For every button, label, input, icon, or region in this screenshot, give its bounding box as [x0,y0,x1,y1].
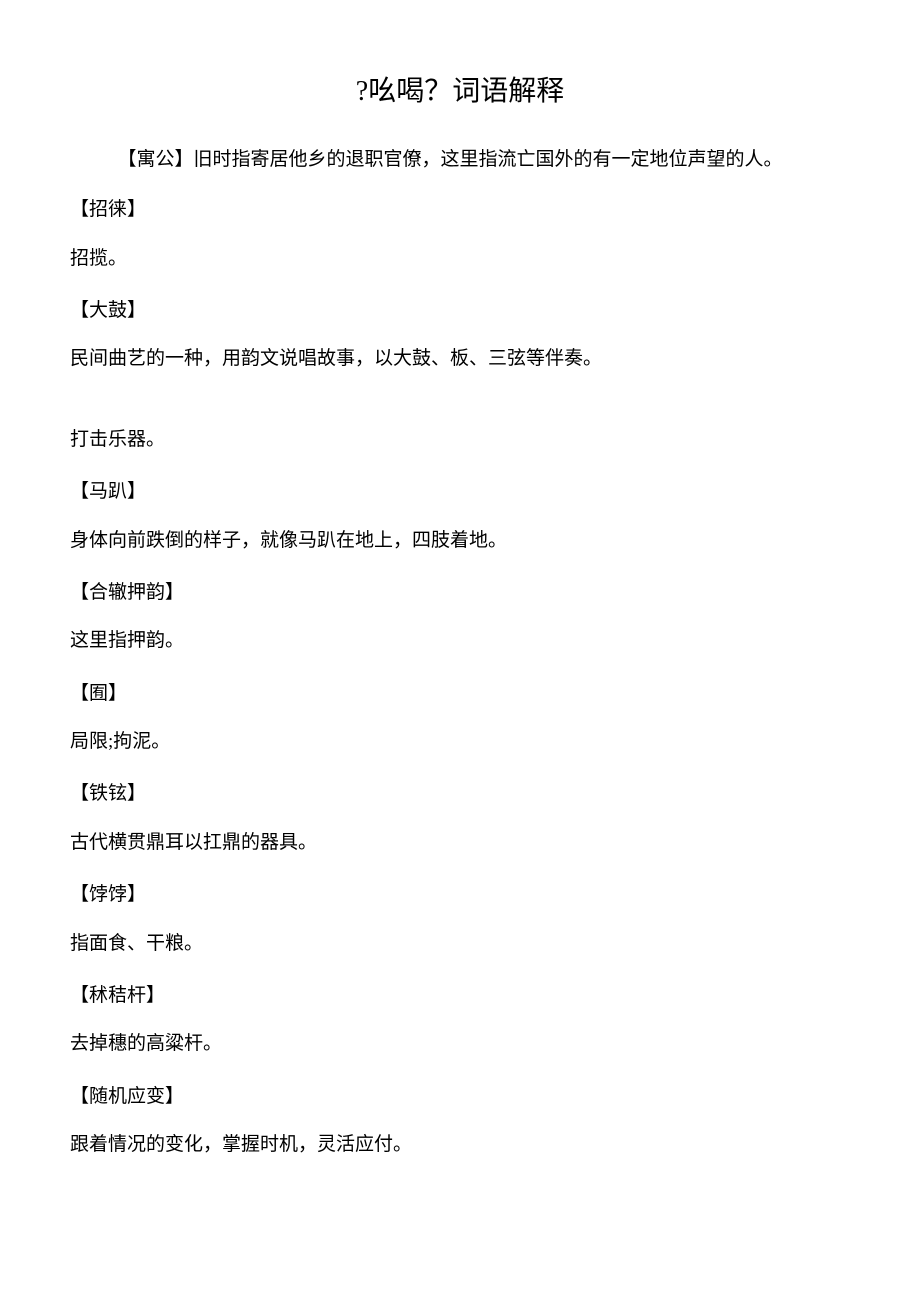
term-dagu: 【大鼓】 [70,296,850,326]
definition-tiexuan: 古代横贯鼎耳以扛鼎的器具。 [70,828,850,858]
term-zhaolai: 【招徕】 [70,195,850,225]
definition-shujie: 去掉穗的高粱杆。 [70,1029,850,1059]
term-hezhe: 【合辙押韵】 [70,578,850,608]
term-mapa: 【马趴】 [70,477,850,507]
term-bobo: 【饽饽】 [70,880,850,910]
definition-dagu: 民间曲艺的一种，用韵文说唱故事，以大鼓、板、三弦等伴奏。 [70,344,850,374]
definition-hezhe: 这里指押韵。 [70,626,850,656]
definition-you: 局限;拘泥。 [70,727,850,757]
first-entry: 【寓公】旧时指寄居他乡的退职官僚，这里指流亡国外的有一定地位声望的人。 [70,145,850,175]
definition-mapa: 身体向前跌倒的样子，就像马趴在地上，四肢着地。 [70,526,850,556]
document-title: ?吆喝？词语解释 [70,70,850,115]
definition-dagu-extra: 打击乐器。 [70,425,850,455]
term-shujie: 【秫秸杆】 [70,981,850,1011]
term-tiexuan: 【铁铉】 [70,779,850,809]
definition-bobo: 指面食、干粮。 [70,929,850,959]
definition-suiji: 跟着情况的变化，掌握时机，灵活应付。 [70,1130,850,1160]
term-you: 【囿】 [70,679,850,709]
definition-zhaolai: 招揽。 [70,244,850,274]
term-suiji: 【随机应变】 [70,1082,850,1112]
